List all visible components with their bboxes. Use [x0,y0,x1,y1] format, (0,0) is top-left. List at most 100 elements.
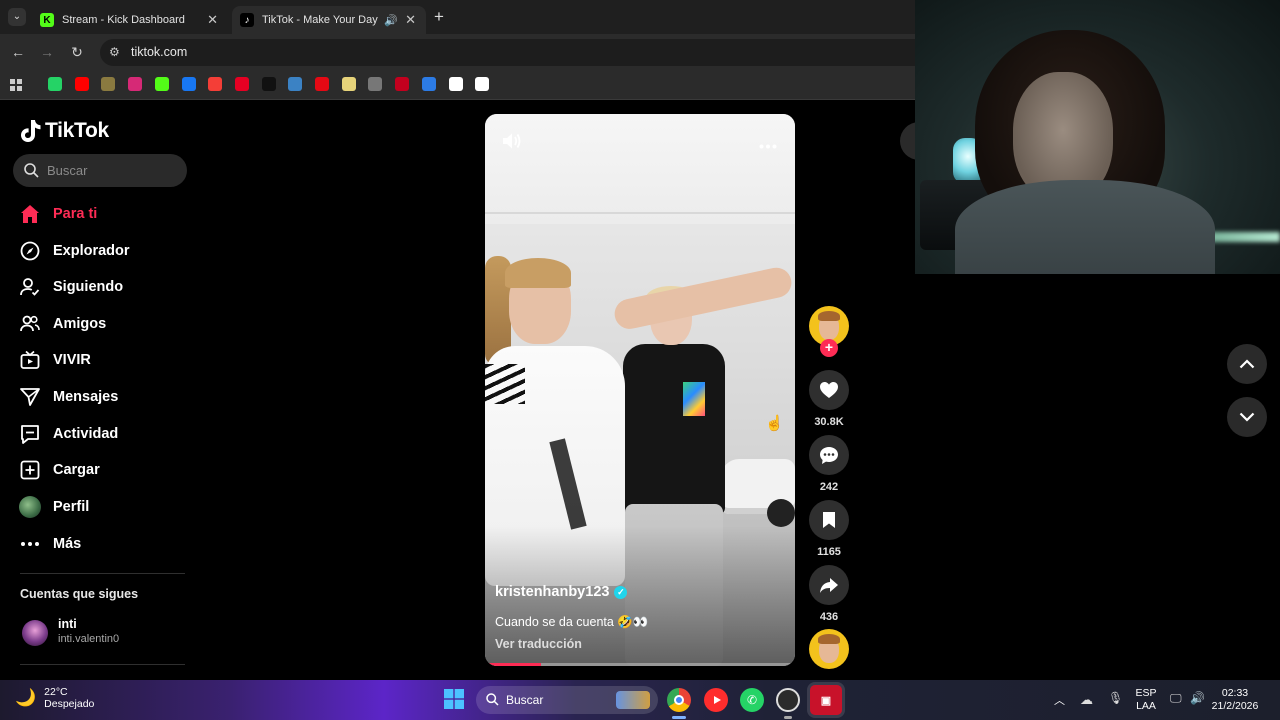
tab-list-dropdown-button[interactable]: ⌄ [8,8,26,26]
language-code: ESP [1135,687,1157,699]
comment-icon [820,446,838,464]
new-tab-button[interactable]: + [434,7,444,27]
share-button[interactable] [809,565,849,605]
jersey-stripes [485,364,525,404]
kick-icon: K [40,13,54,27]
nav-vivir[interactable]: VIVIR [18,348,91,372]
user-check-icon [18,275,42,299]
nav-label: Más [53,536,82,552]
volume-icon[interactable]: 🔊 [1190,691,1205,705]
nav-cargar[interactable]: Cargar [18,458,100,482]
video-more-options-icon[interactable] [759,136,777,154]
language-indicator[interactable]: ESP LAA [1133,687,1159,713]
nav-siguiendo[interactable]: Siguiendo [18,275,123,299]
back-icon[interactable]: ← [9,43,27,61]
heart-icon [820,382,838,398]
bookmark-gif-app-icon[interactable] [421,77,436,91]
nav-label: Mensajes [53,389,119,405]
tiktok-sidebar: TikTok Buscar Para ti Explorador Siguien… [0,101,200,680]
bookmark-red-app-icon[interactable] [395,77,410,91]
nav-label: Cargar [53,462,100,478]
network-icon[interactable]: 🖵 [1170,691,1182,706]
next-video-button[interactable] [1227,397,1267,437]
tiktok-note-icon [21,120,41,142]
bookmark-instagram-icon[interactable] [128,77,143,91]
tiktok-logo[interactable]: TikTok [20,119,109,143]
bookmark-e-app-icon[interactable] [475,77,490,91]
weather-widget[interactable]: 🌙 22°C Despejado [15,686,94,710]
address-bar-row: ← → ↻ ⚙ tiktok.com [0,34,915,70]
show-hidden-icons-button[interactable]: ︿ [1054,692,1065,708]
browser-tab-bar: ⌄ K Stream - Kick Dashboard ✕ ♪ TikTok -… [0,0,915,34]
active-app-indicator [672,716,686,719]
bookmark-netflix-icon[interactable] [315,77,329,91]
clock[interactable]: 02:33 21/2/2026 [1204,687,1266,713]
bookmark-grid-app-icon[interactable] [288,77,303,91]
youtube-music-app-icon[interactable] [704,688,728,712]
taskbar-search-placeholder: Buscar [506,693,544,707]
streaming-app-icon[interactable]: ▣ [810,685,842,715]
nav-explorador[interactable]: Explorador [18,239,130,263]
clock-time: 02:33 [1221,687,1249,699]
bookmark-doc-app-icon[interactable] [368,77,383,91]
person-dark-shirt [623,344,725,514]
start-button[interactable] [444,689,464,709]
bookmark-pinterest-icon[interactable] [234,77,249,91]
previous-video-button[interactable] [1227,344,1267,384]
search-input[interactable]: Buscar [13,154,187,187]
omnibox[interactable]: ⚙ tiktok.com [100,39,915,66]
site-settings-icon[interactable]: ⚙ [109,45,120,59]
save-button[interactable] [809,500,849,540]
activity-icon [18,422,42,446]
nav-mas[interactable]: Más [18,532,81,556]
music-disc-avatar[interactable] [809,629,849,669]
share-icon [820,577,838,593]
volume-icon[interactable] [501,132,521,155]
tab-tiktok[interactable]: ♪ TikTok - Make Your Day 🔊 ✕ [232,6,426,34]
bookmark-pocket-casts-icon[interactable] [208,77,223,91]
bookmark-tiktok-icon[interactable] [261,77,276,91]
video-player[interactable]: kristenhanby123 ✓ Cuando se da cuenta 🤣👀… [485,114,795,666]
author-username[interactable]: kristenhanby123 [495,584,609,600]
taskbar-search[interactable]: Buscar [476,686,658,714]
video-author[interactable]: kristenhanby123 ✓ [495,584,628,600]
nav-perfil[interactable]: Perfil [18,495,89,519]
nav-amigos[interactable]: Amigos [18,312,106,336]
following-section-title: Cuentas que sigues [20,587,139,601]
tab-kick-dashboard[interactable]: K Stream - Kick Dashboard ✕ [32,6,228,34]
bookmark-app-oval-icon[interactable] [341,77,356,91]
share-count: 436 [819,611,839,623]
bookmark-kick-icon[interactable] [154,77,169,91]
bookmark-youtube-icon[interactable] [74,77,89,91]
reload-icon[interactable]: ↻ [68,43,86,61]
bookmark-whatsapp-icon[interactable] [48,77,62,91]
follow-plus-button[interactable]: + [820,339,838,357]
close-tab-icon[interactable]: ✕ [207,12,218,28]
url-text[interactable]: tiktok.com [131,45,187,59]
apps-grid-icon[interactable] [10,78,22,91]
onedrive-icon[interactable]: ☁ [1080,692,1093,708]
bookmark-app-round-icon[interactable] [101,77,116,91]
obs-app-icon[interactable] [776,688,800,712]
account-name: inti [58,617,77,631]
microphone-icon[interactable]: 🎙 [1108,691,1123,705]
comment-button[interactable] [809,435,849,475]
brand-name: TikTok [45,119,109,142]
bookmark-facebook-icon[interactable] [181,77,196,91]
nav-actividad[interactable]: Actividad [18,422,118,446]
whatsapp-app-icon[interactable]: ✆ [740,688,764,712]
toy-car-wheel [767,499,795,527]
like-button[interactable] [809,370,849,410]
search-highlight-icon [616,691,650,709]
speaker-icon[interactable]: 🔊 [384,14,398,27]
nav-para-ti[interactable]: Para ti [18,202,97,226]
weather-temperature: 22°C [44,686,68,698]
close-tab-icon[interactable]: ✕ [405,12,416,28]
nav-mensajes[interactable]: Mensajes [18,385,118,409]
forward-icon[interactable]: → [38,43,56,61]
bookmark-diamond-app-icon[interactable] [448,77,463,91]
upload-icon [18,458,42,482]
chrome-app-icon[interactable] [667,688,691,712]
see-translation-link[interactable]: Ver traducción [495,637,582,651]
video-progress-bar[interactable] [485,663,795,666]
